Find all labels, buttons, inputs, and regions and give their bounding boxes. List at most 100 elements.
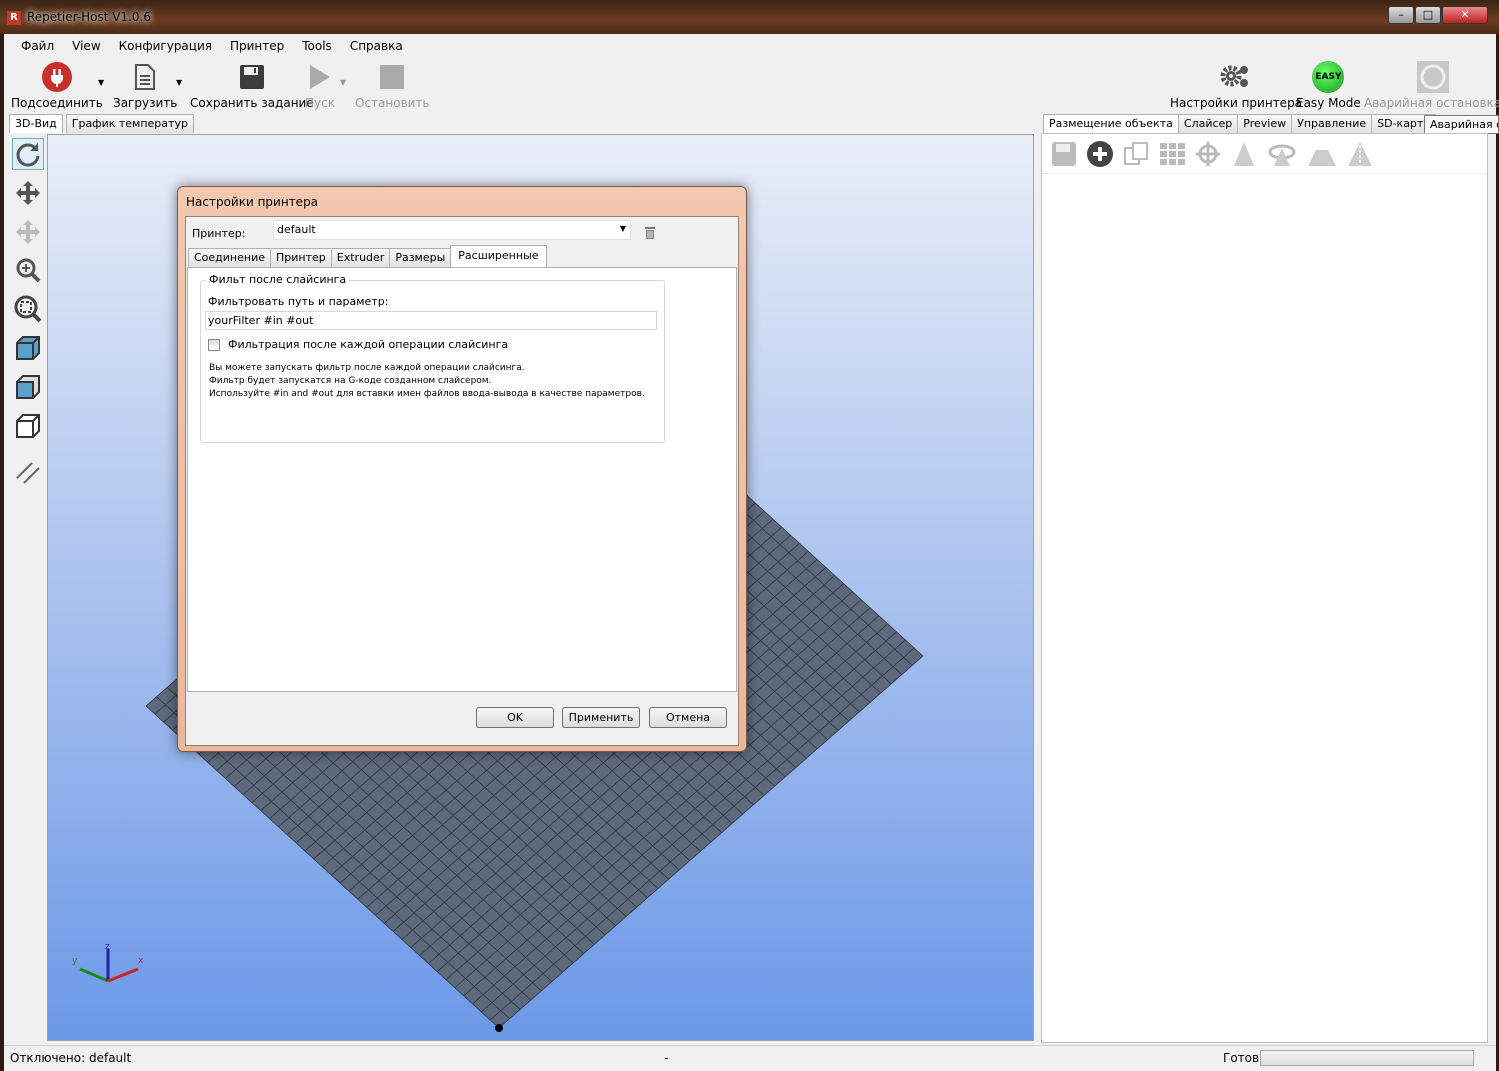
- ok-button[interactable]: OK: [476, 707, 554, 728]
- rotate-icon[interactable]: [12, 138, 44, 170]
- window-title: Repetier-Host V1.0.6: [27, 10, 151, 24]
- minimize-button[interactable]: –: [1388, 6, 1414, 24]
- printer-settings-button[interactable]: Настройки принтера: [1170, 60, 1302, 110]
- printer-select[interactable]: default ▼: [273, 220, 631, 240]
- origin-marker: [495, 1024, 503, 1032]
- emergency-stop-button[interactable]: Аварийная остановка: [1364, 60, 1499, 110]
- title-bar: [0, 0, 1499, 34]
- tab-preview[interactable]: Preview: [1237, 114, 1293, 133]
- load-dropdown-arrow[interactable]: ▼: [176, 78, 182, 87]
- zoom-fit-icon[interactable]: [12, 293, 44, 325]
- copy-object-icon[interactable]: [1122, 140, 1150, 168]
- tooltip: Аварийная о: [1424, 115, 1499, 134]
- cut-object-icon[interactable]: [1306, 140, 1338, 168]
- advanced-tab-panel: Фильт после слайсинга Фильтровать путь и…: [187, 267, 737, 692]
- settings-tabs: Соединение Принтер Extruder Размеры Расш…: [188, 245, 547, 267]
- load-button[interactable]: Загрузить: [113, 60, 177, 110]
- move-object-icon[interactable]: [12, 216, 44, 248]
- filter-input[interactable]: [205, 311, 657, 330]
- plug-icon: [41, 60, 73, 94]
- stop-label: Остановить: [355, 96, 430, 110]
- chevron-down-icon: ▼: [619, 224, 626, 233]
- help-text: Вы можете запускать фильтр после каждой …: [209, 362, 645, 401]
- tab-printer[interactable]: Принтер: [270, 248, 332, 267]
- menu-tools[interactable]: Tools: [293, 36, 341, 56]
- gears-icon: [1220, 60, 1252, 94]
- easy-badge: EASY: [1312, 61, 1345, 93]
- dialog-body: Принтер: default ▼ Соединение Принтер Ex…: [185, 216, 739, 746]
- maximize-button[interactable]: □: [1415, 6, 1441, 24]
- apply-button[interactable]: Применить: [562, 707, 640, 728]
- view-toolbar: [8, 134, 47, 1041]
- zoom-icon[interactable]: [12, 254, 44, 286]
- tab-advanced[interactable]: Расширенные: [450, 245, 547, 267]
- menu-bar: Файл View Конфигурация Принтер Tools Спр…: [4, 36, 412, 56]
- run-dropdown-arrow[interactable]: ▼: [340, 78, 346, 87]
- printer-select-value: default: [277, 223, 316, 236]
- tab-slicer[interactable]: Слайсер: [1177, 114, 1239, 133]
- load-label: Загрузить: [113, 96, 178, 110]
- filter-each-slice-checkbox[interactable]: [208, 339, 220, 351]
- group-title: Фильт после слайсинга: [206, 273, 350, 286]
- menu-view[interactable]: View: [63, 36, 109, 56]
- svg-text:y: y: [72, 956, 78, 966]
- floppy-icon: [239, 60, 265, 94]
- tab-3d-view[interactable]: 3D-Вид: [9, 114, 63, 133]
- dialog-title: Настройки принтера: [186, 195, 319, 209]
- object-placement-panel: [1041, 133, 1488, 1043]
- svg-text:z: z: [105, 942, 110, 952]
- tab-manual-control[interactable]: Управление: [1291, 114, 1373, 133]
- mirror-object-icon[interactable]: [1346, 139, 1374, 168]
- play-icon: [308, 60, 332, 94]
- parallel-projection-icon[interactable]: [12, 456, 44, 488]
- axis-indicator-icon: y z x: [72, 942, 144, 983]
- connect-dropdown-arrow[interactable]: ▼: [98, 78, 104, 87]
- connect-button[interactable]: Подсоединить: [11, 60, 103, 110]
- menu-config[interactable]: Конфигурация: [110, 36, 221, 56]
- help-line: Вы можете запускать фильтр после каждой …: [209, 363, 525, 373]
- ready-status: Готов: [1223, 1051, 1260, 1065]
- save-job-button[interactable]: Сохранить задание: [190, 60, 314, 110]
- move-icon[interactable]: [12, 177, 44, 209]
- save-object-icon[interactable]: [1050, 140, 1078, 168]
- stop-button[interactable]: Остановить: [355, 60, 430, 110]
- object-tabs: Размещение объекта Слайсер Preview Управ…: [1043, 114, 1437, 133]
- connect-label: Подсоединить: [11, 96, 103, 110]
- cancel-button[interactable]: Отмена: [649, 707, 727, 728]
- help-line: Фильтр будет запускатся на G-коде создан…: [209, 376, 492, 386]
- close-button[interactable]: ✕: [1442, 6, 1488, 24]
- status-middle: -: [664, 1051, 669, 1065]
- tab-temperature-graph[interactable]: График температур: [65, 114, 194, 133]
- rotate-object-icon[interactable]: [1266, 140, 1298, 168]
- center-object-icon[interactable]: [1194, 140, 1222, 168]
- run-button[interactable]: Пуск: [305, 60, 335, 110]
- tab-connection[interactable]: Соединение: [188, 248, 272, 267]
- tab-object-placement[interactable]: Размещение объекта: [1043, 114, 1179, 133]
- top-view-icon[interactable]: [12, 410, 44, 442]
- run-label: Пуск: [305, 96, 335, 110]
- emergency-stop-label: Аварийная остановка: [1364, 96, 1499, 110]
- add-object-icon[interactable]: [1086, 140, 1114, 168]
- tab-extruder[interactable]: Extruder: [330, 248, 391, 267]
- status-bar: Отключено: default - Готов: [4, 1045, 1496, 1071]
- autoposition-icon[interactable]: [1158, 140, 1186, 168]
- connection-status: Отключено: default: [10, 1051, 132, 1065]
- menu-printer[interactable]: Принтер: [221, 36, 293, 56]
- printer-settings-label: Настройки принтера: [1170, 96, 1303, 110]
- emergency-stop-icon: [1416, 60, 1450, 94]
- printer-settings-dialog: Настройки принтера Принтер: default ▼ Со…: [177, 186, 747, 752]
- save-job-label: Сохранить задание: [190, 96, 314, 110]
- document-icon: [133, 60, 157, 94]
- scale-object-icon[interactable]: [1230, 140, 1258, 168]
- menu-help[interactable]: Справка: [341, 36, 412, 56]
- menu-file[interactable]: Файл: [4, 36, 63, 56]
- trash-icon[interactable]: [644, 225, 656, 239]
- easy-mode-button[interactable]: EASY Easy Mode: [1296, 60, 1361, 110]
- front-view-icon[interactable]: [12, 371, 44, 403]
- tab-dimensions[interactable]: Размеры: [389, 248, 452, 267]
- checkbox-label: Фильтрация после каждой операции слайсин…: [228, 338, 509, 351]
- printer-label: Принтер:: [192, 227, 246, 240]
- progress-bar: [1260, 1050, 1474, 1066]
- iso-view-icon[interactable]: [12, 332, 44, 364]
- app-icon: R: [7, 11, 21, 25]
